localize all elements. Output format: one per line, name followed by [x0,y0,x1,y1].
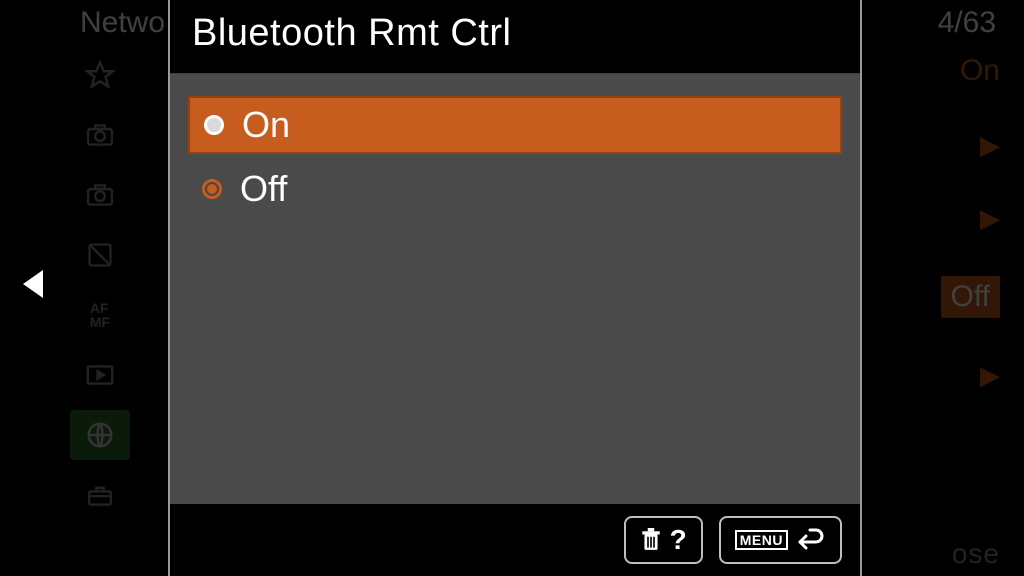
nav-left-arrow[interactable] [22,270,44,306]
menu-back-button[interactable]: MENU [719,516,842,564]
option-on[interactable]: On [188,96,842,154]
help-button[interactable]: ? [624,516,703,564]
option-off[interactable]: Off [188,160,842,218]
modal-title: Bluetooth Rmt Ctrl [170,0,860,74]
trash-icon [640,528,662,552]
settings-modal: Bluetooth Rmt Ctrl On Off ? MENU [168,0,862,576]
modal-footer: ? MENU [170,504,860,576]
radio-icon [204,115,224,135]
radio-icon [202,179,222,199]
back-icon [796,528,826,552]
option-label: Off [240,168,287,210]
help-symbol: ? [670,524,687,556]
menu-label: MENU [735,530,788,550]
modal-body: On Off [170,74,860,504]
option-label: On [242,104,290,146]
